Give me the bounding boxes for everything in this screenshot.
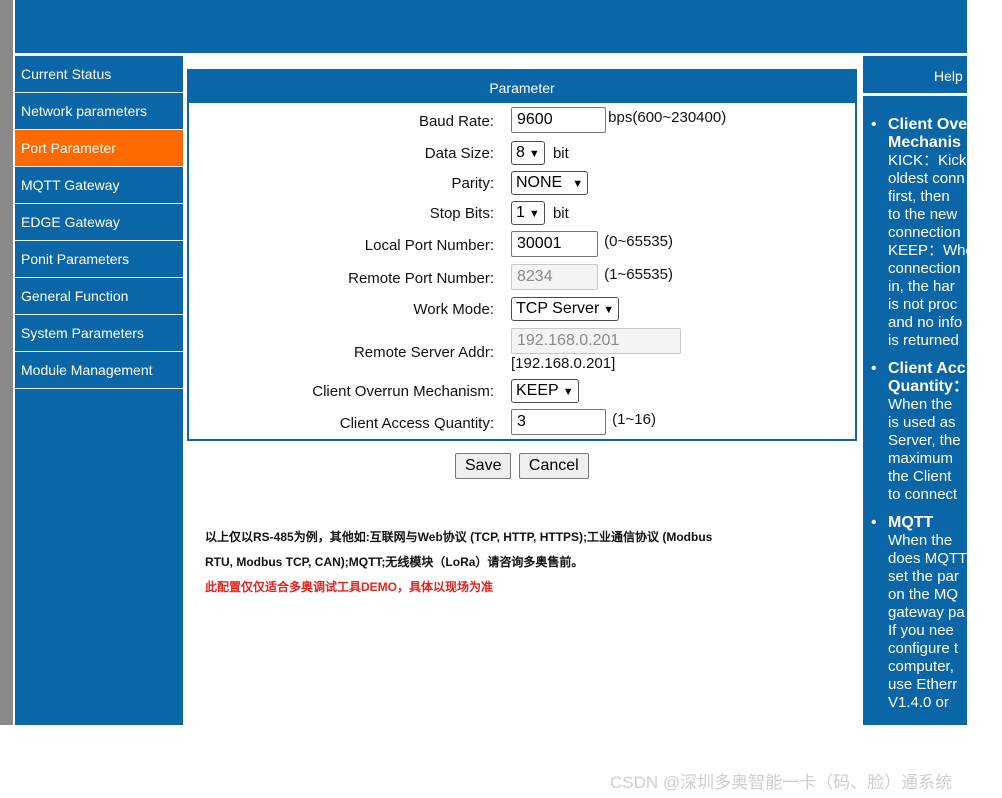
chevron-down-icon: ▼	[528, 208, 540, 220]
baud-rate-label: Baud Rate:	[418, 113, 494, 130]
chevron-down-icon: ▼	[603, 304, 615, 316]
data-size-select[interactable]: 8 ▼	[511, 141, 545, 165]
remote-addr-current: [192.168.0.201]	[511, 355, 616, 372]
chevron-down-icon: ▼	[572, 178, 584, 190]
baud-rate-unit: bps(600~230400)	[608, 109, 727, 126]
sidebar-item-port-parameter[interactable]: Port Parameter	[15, 130, 183, 167]
remote-addr-label: Remote Server Addr:	[353, 344, 494, 361]
remote-port-input[interactable]	[511, 264, 598, 290]
panel-title: Parameter	[189, 71, 855, 103]
local-port-label: Local Port Number:	[364, 237, 494, 254]
save-button[interactable]: Save	[455, 453, 512, 479]
access-qty-range: (1~16)	[612, 411, 656, 428]
chevron-down-icon: ▼	[562, 386, 574, 398]
stop-bits-select[interactable]: 1 ▼	[511, 201, 545, 225]
remote-addr-input[interactable]	[511, 328, 681, 354]
stop-bits-unit: bit	[552, 204, 569, 222]
note-warning: 此配置仅仅适合多奥调试工具DEMO，具体以现场为准	[205, 580, 494, 594]
local-port-input[interactable]	[511, 231, 598, 257]
access-qty-input[interactable]	[511, 409, 606, 435]
help-item-overrun: Client Ove Mechanis KICK：Kick oldest con…	[863, 116, 967, 350]
note-line-2: RTU, Modbus TCP, CAN);MQTT;无线模块（LoRa）请咨询…	[205, 555, 584, 569]
help-item-access-quantity: Client Acc Quantity： When the is used as…	[863, 360, 967, 504]
help-title: Help	[863, 56, 967, 96]
overrun-select[interactable]: KEEP ▼	[511, 379, 579, 403]
sidebar: Current Status Network parameters Port P…	[15, 56, 183, 725]
sidebar-item-general-function[interactable]: General Function	[15, 278, 183, 315]
sidebar-item-edge-gateway[interactable]: EDGE Gateway	[15, 204, 183, 241]
parity-label: Parity:	[451, 175, 494, 192]
remote-port-range: (1~65535)	[604, 266, 673, 283]
data-size-label: Data Size:	[424, 145, 494, 162]
baud-rate-input[interactable]	[511, 107, 606, 133]
sidebar-item-current-status[interactable]: Current Status	[15, 56, 183, 93]
chevron-down-icon: ▼	[528, 148, 540, 160]
notes: 以上仅以RS-485为例，其他如:互联网与Web协议 (TCP, HTTP, H…	[205, 525, 805, 600]
help-panel: Help Client Ove Mechanis KICK：Kick oldes…	[863, 56, 967, 725]
sidebar-item-system-parameters[interactable]: System Parameters	[15, 315, 183, 352]
help-body: Client Ove Mechanis KICK：Kick oldest con…	[863, 116, 967, 722]
parity-select[interactable]: NONE ▼	[511, 171, 589, 195]
sidebar-item-ponit-parameters[interactable]: Ponit Parameters	[15, 241, 183, 278]
local-port-range: (0~65535)	[604, 233, 673, 250]
work-mode-select[interactable]: TCP Server ▼	[511, 297, 620, 321]
overrun-label: Client Overrun Mechanism:	[312, 383, 494, 400]
remote-port-label: Remote Port Number:	[348, 270, 494, 287]
parameter-panel: Parameter Baud Rate: bps(600~230400) Dat…	[187, 69, 857, 441]
sidebar-item-mqtt-gateway[interactable]: MQTT Gateway	[15, 167, 183, 204]
cancel-button[interactable]: Cancel	[518, 453, 589, 479]
work-mode-label: Work Mode:	[413, 301, 494, 318]
sidebar-item-network-parameters[interactable]: Network parameters	[15, 93, 183, 130]
note-line-1: 以上仅以RS-485为例，其他如:互联网与Web协议 (TCP, HTTP, H…	[205, 530, 713, 544]
help-item-mqtt: MQTT When the does MQTT set the par on t…	[863, 514, 967, 712]
header-banner	[15, 0, 967, 53]
sidebar-item-module-management[interactable]: Module Management	[15, 352, 183, 389]
access-qty-label: Client Access Quantity:	[339, 415, 494, 432]
form-actions: Save Cancel	[455, 453, 592, 479]
data-size-unit: bit	[552, 144, 569, 162]
stop-bits-label: Stop Bits:	[429, 205, 494, 222]
window-edge	[0, 0, 13, 725]
watermark-credit: CSDN @深圳多奥智能一卡（码、脸）通系统	[610, 773, 953, 792]
